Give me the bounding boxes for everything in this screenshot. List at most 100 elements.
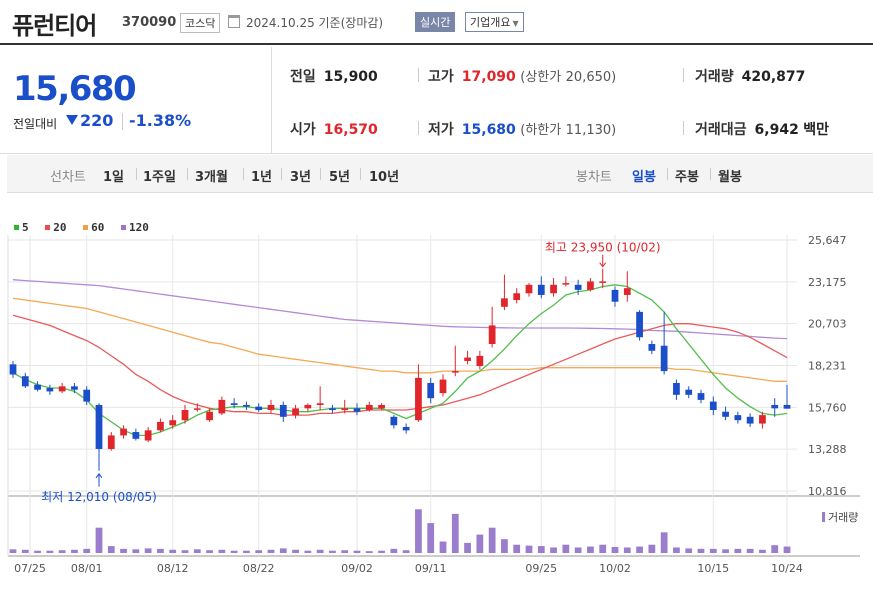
candle-daily[interactable]: 일봉 xyxy=(632,166,656,185)
volume-bar xyxy=(488,527,496,553)
period-1w[interactable]: 1주일 xyxy=(143,166,176,185)
volume-bar xyxy=(230,550,238,553)
candle xyxy=(709,396,717,416)
candle xyxy=(169,415,177,429)
calendar-icon xyxy=(228,15,240,28)
high-price: 고가 17,090 (상한가 20,650) xyxy=(428,66,616,86)
legend-ma60: 60 xyxy=(83,221,104,234)
legend-swatch xyxy=(121,225,126,230)
candle-body xyxy=(464,357,471,361)
volume-bar xyxy=(660,532,668,553)
company-overview-dropdown[interactable]: 기업개요 ▼ xyxy=(465,12,524,32)
chart-toolbar: 선차트 1일 1주일 3개월 1년 3년 5년 10년 봉차트 일봉 주봉 월봉 xyxy=(7,155,873,193)
candle xyxy=(488,306,496,348)
candle xyxy=(562,276,570,287)
candle-body xyxy=(329,408,336,411)
candle xyxy=(230,398,238,409)
candle xyxy=(304,403,312,412)
line-chart-label[interactable]: 선차트 xyxy=(50,166,86,185)
x-tick-label: 09/11 xyxy=(415,562,447,575)
volume-bar xyxy=(771,545,779,553)
candle-body xyxy=(267,404,275,411)
candle-monthly[interactable]: 월봉 xyxy=(718,166,742,185)
volume-bar xyxy=(501,539,508,553)
y-tick-label: 13,288 xyxy=(808,443,847,456)
candle-body xyxy=(685,389,693,395)
period-3m[interactable]: 3개월 xyxy=(195,166,228,185)
candle xyxy=(439,374,447,397)
candle xyxy=(673,379,680,400)
candle xyxy=(83,386,91,405)
period-1d[interactable]: 1일 xyxy=(103,166,124,185)
candle-weekly[interactable]: 주봉 xyxy=(675,166,699,185)
y-tick-label: 10,816 xyxy=(808,485,847,498)
volume-bar xyxy=(599,544,607,553)
candle-body xyxy=(378,404,385,409)
candle xyxy=(537,276,545,299)
period-1y[interactable]: 1년 xyxy=(251,166,272,185)
volume-bar xyxy=(623,547,631,553)
volume-bar xyxy=(218,549,226,553)
candle-body xyxy=(169,420,177,426)
amount-value: 6,942 xyxy=(754,122,799,138)
candle-body xyxy=(255,406,263,411)
volume-bar xyxy=(58,550,66,553)
candle xyxy=(132,428,140,441)
candle-body xyxy=(697,393,705,400)
volume-bar xyxy=(304,550,312,553)
realtime-button[interactable]: 실시간 xyxy=(415,12,456,32)
stock-header: 퓨런티어 370090 코스닥 2024.10.25 기준(장마감) 실시간 기… xyxy=(0,0,873,45)
candle xyxy=(783,384,791,409)
volume-bar xyxy=(132,549,140,553)
x-tick-label: 09/25 xyxy=(525,562,557,575)
volume-bar xyxy=(193,549,201,553)
candle xyxy=(279,401,287,422)
lower-limit-label: (하한가 xyxy=(520,123,562,138)
volume-bar xyxy=(464,542,471,553)
period-5y[interactable]: 5년 xyxy=(329,166,350,185)
divider xyxy=(281,168,282,180)
candle-body xyxy=(218,399,226,414)
volume-bar xyxy=(341,550,349,553)
volume-bar xyxy=(525,545,533,553)
candle-body xyxy=(279,404,287,417)
candle xyxy=(513,288,521,304)
candle xyxy=(71,382,78,394)
period-3y[interactable]: 3년 xyxy=(290,166,311,185)
x-tick-label: 08/01 xyxy=(71,562,103,575)
prev-close: 전일 15,900 xyxy=(290,66,378,86)
candle xyxy=(21,372,29,389)
high-value: 17,090 xyxy=(461,69,516,85)
legend-ma20: 20 xyxy=(45,221,67,234)
volume-bar xyxy=(267,549,275,553)
candle-body xyxy=(550,284,557,294)
period-10y[interactable]: 10년 xyxy=(369,166,399,185)
prev-close-value: 15,900 xyxy=(323,69,378,85)
volume-bar xyxy=(21,549,29,553)
candle-body xyxy=(599,281,607,283)
candle-body xyxy=(304,404,312,409)
ma5-line xyxy=(12,284,788,437)
candle-body xyxy=(292,408,299,416)
volume-bar xyxy=(574,547,582,553)
candle-body xyxy=(501,298,508,307)
volume-bar xyxy=(9,549,17,553)
volume-bar xyxy=(513,544,521,553)
candle xyxy=(353,403,361,416)
candle-body xyxy=(243,404,250,407)
volume-bar xyxy=(439,541,447,553)
candle-chart-label[interactable]: 봉차트 xyxy=(576,166,612,185)
legend-ma5: 5 xyxy=(14,221,29,234)
candle-body xyxy=(71,386,78,390)
candle xyxy=(378,403,385,411)
volume-bar xyxy=(550,547,557,553)
candle xyxy=(292,404,299,419)
candle xyxy=(390,415,398,429)
divider xyxy=(418,68,419,82)
candle xyxy=(144,426,152,443)
x-tick-label: 09/02 xyxy=(341,562,373,575)
divider xyxy=(136,168,137,180)
candle-body xyxy=(648,344,656,351)
candle xyxy=(734,411,742,424)
candle xyxy=(587,278,594,292)
